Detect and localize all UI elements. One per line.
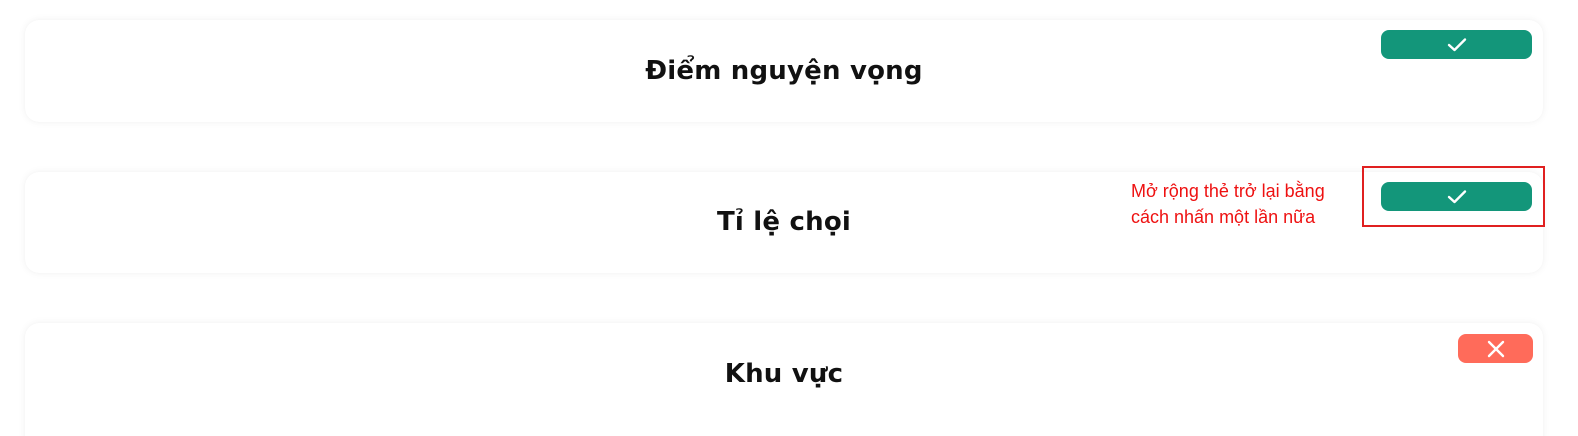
toggle-off-button[interactable] — [1458, 334, 1533, 363]
card-khu-vuc[interactable]: Khu vực — [25, 323, 1543, 436]
card-title: Điểm nguyện vọng — [645, 56, 923, 86]
page: Điểm nguyện vọng Tỉ lệ chọi Khu vực Mở r… — [0, 0, 1578, 436]
card-title: Khu vực — [724, 359, 844, 389]
close-icon — [1487, 340, 1504, 357]
annotation-highlight-box — [1362, 166, 1545, 227]
check-icon — [1447, 37, 1466, 51]
annotation-text: Mở rộng thẻ trở lại bằng cách nhấn một l… — [1131, 181, 1325, 227]
card-diem-nguyen-vong[interactable]: Điểm nguyện vọng — [25, 20, 1543, 122]
toggle-on-button[interactable] — [1381, 30, 1532, 59]
